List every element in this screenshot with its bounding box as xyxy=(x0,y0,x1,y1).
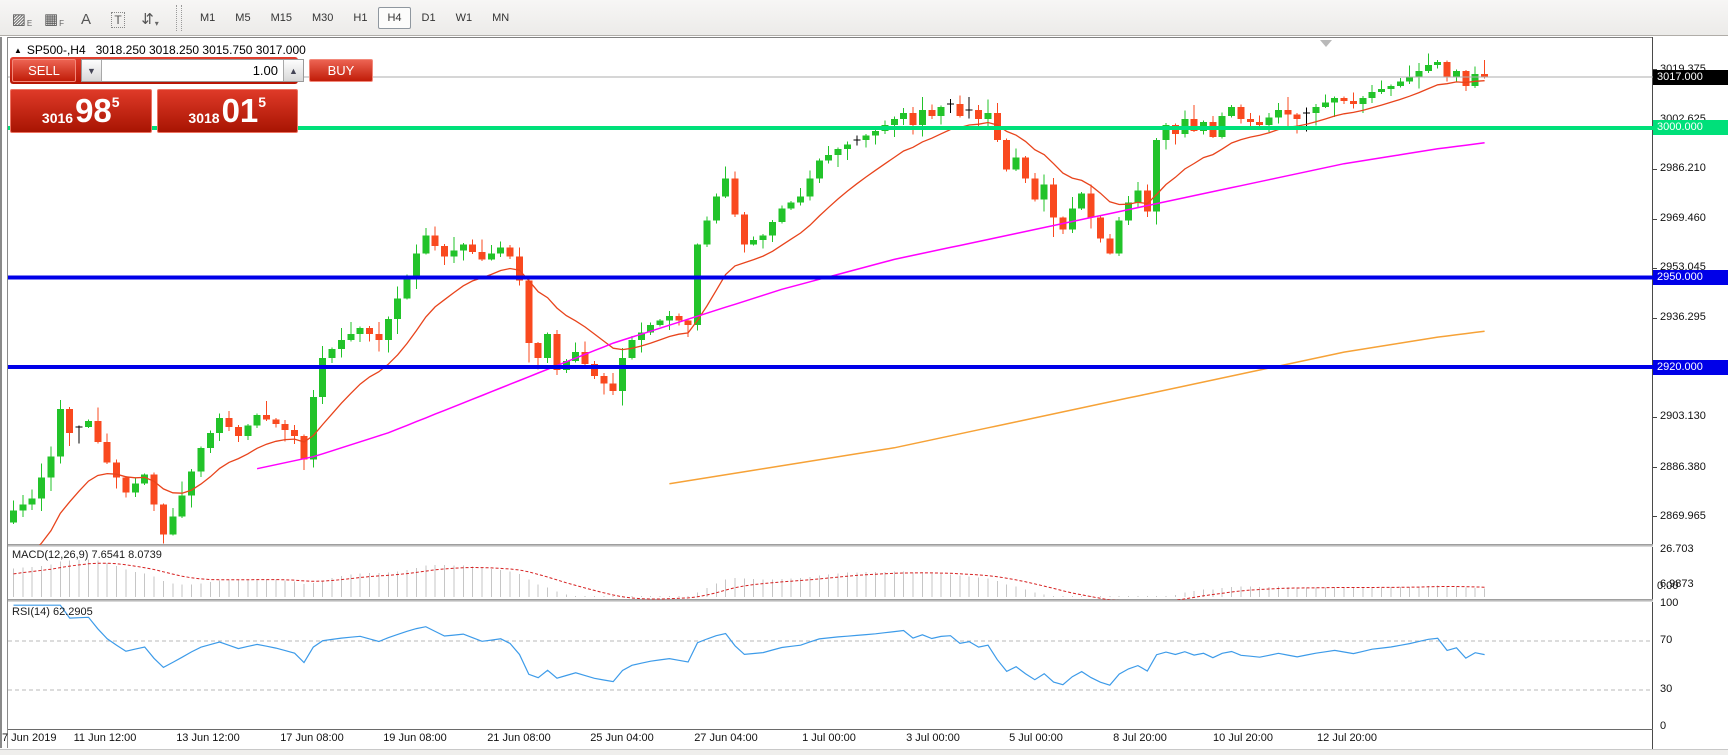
price-tick-mark xyxy=(1653,169,1657,170)
hatch-pattern-e-tool-icon: ▨ xyxy=(12,10,26,28)
bid-ask-price-boxes: 3016 98 5 3018 01 5 xyxy=(10,89,298,133)
toolbar-separator xyxy=(176,5,182,31)
text-label-a-tool-icon[interactable]: A xyxy=(72,5,100,31)
price-tick-mark xyxy=(1653,417,1657,418)
price-level-badge: 2920.000 xyxy=(1653,360,1728,375)
arrow-style-tool-icon[interactable]: ⇵▾ xyxy=(136,5,164,31)
ask-price-prefix: 3018 xyxy=(188,110,219,126)
time-axis-label: 19 Jun 08:00 xyxy=(383,732,447,744)
timeframe-h4-button[interactable]: H4 xyxy=(378,7,410,29)
timeframe-mn-button[interactable]: MN xyxy=(483,7,518,29)
time-axis-label: 3 Jul 00:00 xyxy=(906,732,960,744)
grid-pattern-f-tool-icon: ▦ xyxy=(44,10,58,28)
timeframe-buttons-group: M1M5M15M30H1H4D1W1MN xyxy=(190,7,519,29)
price-tick-label: 2869.965 xyxy=(1660,510,1706,522)
price-scale[interactable]: 3019.3753002.6252986.2102969.4602953.045… xyxy=(1653,37,1728,749)
time-axis-label: 12 Jul 20:00 xyxy=(1317,732,1377,744)
ask-price-big: 01 xyxy=(222,91,259,131)
text-label-a-tool-icon: A xyxy=(81,11,91,28)
price-tick-label: 2936.295 xyxy=(1660,311,1706,323)
trading-platform-window: ▨E▦FAT⇵▾ M1M5M15M30H1H4D1W1MN ▲SP500-,H4… xyxy=(0,0,1728,755)
arrow-style-tool-icon: ⇵ xyxy=(141,10,154,28)
price-tick-label: 2903.130 xyxy=(1660,410,1706,422)
timeframe-m5-button[interactable]: M5 xyxy=(226,7,259,29)
volume-group: ▼ ▲ xyxy=(81,59,304,82)
text-box-t-tool-icon[interactable]: T xyxy=(104,5,132,31)
time-axis-label: 13 Jun 12:00 xyxy=(176,732,240,744)
toolbar: ▨E▦FAT⇵▾ M1M5M15M30H1H4D1W1MN xyxy=(0,0,1728,36)
rsi-scale-100: 100 xyxy=(1660,597,1678,609)
text-box-t-tool-icon: T xyxy=(111,12,124,28)
buy-button[interactable]: BUY xyxy=(309,59,373,82)
time-axis[interactable]: 7 Jun 2019 11 Jun 12:00 13 Jun 12:00 17 Jun… xyxy=(0,732,1652,748)
ohlc-values: 3018.250 3018.250 3015.750 3017.000 xyxy=(96,43,306,57)
chart-frame-bottom xyxy=(8,729,1728,730)
time-axis-label: 27 Jun 04:00 xyxy=(694,732,758,744)
price-level-badge: 2950.000 xyxy=(1653,270,1728,285)
price-tick-label: 2886.380 xyxy=(1660,461,1706,473)
timeframe-m30-button[interactable]: M30 xyxy=(303,7,342,29)
symbol-timeframe-label: SP500-,H4 xyxy=(27,43,86,57)
rsi-scale-70: 70 xyxy=(1660,634,1672,646)
macd-scale-max: 26.703 xyxy=(1660,543,1694,555)
hatch-pattern-e-tool-icon[interactable]: ▨E xyxy=(8,5,36,31)
timeframe-m1-button[interactable]: M1 xyxy=(191,7,224,29)
rsi-label: RSI(14) 62.2905 xyxy=(12,606,93,618)
rsi-scale-0: 0 xyxy=(1660,720,1666,732)
time-axis-label: 17 Jun 08:00 xyxy=(280,732,344,744)
macd-label: MACD(12,26,9) 7.6541 8.0739 xyxy=(12,549,162,561)
price-tick-mark xyxy=(1653,219,1657,220)
ask-price-sup: 5 xyxy=(258,94,266,110)
timeframe-w1-button[interactable]: W1 xyxy=(447,7,482,29)
grid-pattern-f-tool-icon-sub: F xyxy=(59,19,64,28)
hatch-pattern-e-tool-icon-sub: E xyxy=(27,19,32,28)
volume-decrease-button[interactable]: ▼ xyxy=(82,60,102,81)
collapse-arrow-icon[interactable]: ▲ xyxy=(14,46,22,55)
arrow-style-tool-icon-sub: ▾ xyxy=(155,19,159,28)
bid-price-big: 98 xyxy=(75,91,112,131)
buy-price-box[interactable]: 3018 01 5 xyxy=(157,89,299,133)
timeframe-h1-button[interactable]: H1 xyxy=(344,7,376,29)
sell-price-box[interactable]: 3016 98 5 xyxy=(10,89,152,133)
bid-price-prefix: 3016 xyxy=(42,110,73,126)
grid-pattern-f-tool-icon[interactable]: ▦F xyxy=(40,5,68,31)
price-level-badge: 3017.000 xyxy=(1653,70,1728,85)
price-tick-mark xyxy=(1653,268,1657,269)
price-tick-label: 2986.210 xyxy=(1660,162,1706,174)
time-axis-label: 11 Jun 12:00 xyxy=(74,732,137,744)
time-axis-label: 25 Jun 04:00 xyxy=(590,732,654,744)
volume-input[interactable] xyxy=(102,60,283,81)
macd-scale-zero: 0.00 xyxy=(1657,580,1678,592)
sell-button[interactable]: SELL xyxy=(12,59,76,82)
time-axis-label: 7 Jun 2019 xyxy=(2,732,56,744)
macd-indicator-pane[interactable] xyxy=(8,547,1653,600)
bid-price-sup: 5 xyxy=(112,94,120,110)
time-axis-label: 10 Jul 20:00 xyxy=(1213,732,1273,744)
one-click-trading-row: SELL ▼ ▲ BUY xyxy=(10,57,298,84)
chart-title: ▲ SP500-,H4 3018.250 3018.250 3015.750 301… xyxy=(14,43,306,57)
drawing-tools-group: ▨E▦FAT⇵▾ xyxy=(6,5,166,31)
price-tick-label: 2969.460 xyxy=(1660,212,1706,224)
price-tick-mark xyxy=(1653,467,1657,468)
window-bottom-edge xyxy=(0,749,1728,755)
timeframe-m15-button[interactable]: M15 xyxy=(262,7,301,29)
time-axis-label: 8 Jul 20:00 xyxy=(1113,732,1167,744)
price-level-badge: 3000.000 xyxy=(1653,120,1728,135)
time-axis-label: 1 Jul 00:00 xyxy=(802,732,856,744)
rsi-scale-30: 30 xyxy=(1660,683,1672,695)
time-axis-label: 21 Jun 08:00 xyxy=(487,732,551,744)
volume-increase-button[interactable]: ▲ xyxy=(283,60,303,81)
timeframe-d1-button[interactable]: D1 xyxy=(413,7,445,29)
window-left-edge xyxy=(0,37,8,748)
price-tick-mark xyxy=(1653,318,1657,319)
rsi-indicator-pane[interactable] xyxy=(8,602,1653,729)
price-tick-mark xyxy=(1653,516,1657,517)
time-axis-label: 5 Jul 00:00 xyxy=(1009,732,1063,744)
